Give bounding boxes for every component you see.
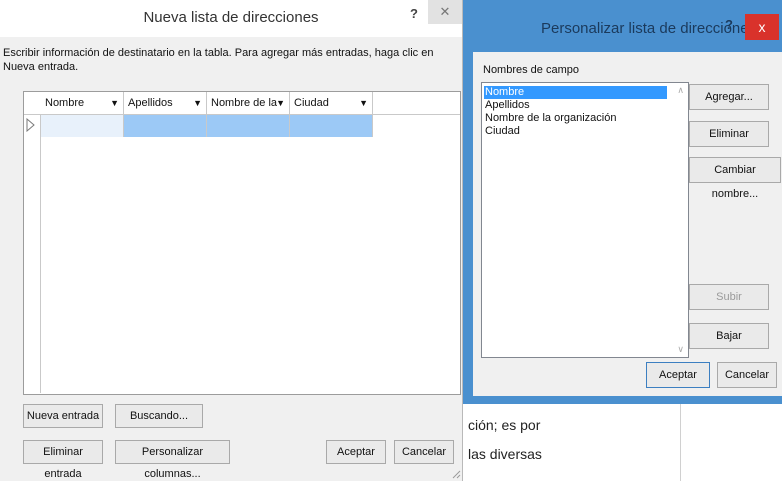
- document-text-line: ción; es por: [468, 417, 541, 433]
- dialog-title: Personalizar lista de direcciones: [541, 20, 757, 37]
- title-bar: Nueva lista de direcciones ? ✕: [0, 0, 462, 37]
- table-cell[interactable]: [124, 115, 207, 137]
- customize-columns-button[interactable]: Personalizar columnas...: [115, 440, 230, 480]
- column-header-apellidos[interactable]: Apellidos ▼: [124, 92, 207, 114]
- scroll-down-icon[interactable]: ∨: [677, 344, 684, 355]
- dropdown-arrow-icon[interactable]: ▼: [276, 92, 285, 114]
- rename-button[interactable]: Cambiar nombre...: [689, 157, 781, 200]
- dropdown-arrow-icon[interactable]: ▼: [359, 92, 368, 114]
- column-header-organization[interactable]: Nombre de la ... ▼: [207, 92, 290, 131]
- field-names-label: Nombres de campo: [483, 64, 579, 76]
- help-button[interactable]: ?: [410, 6, 418, 21]
- column-label: Apellidos: [128, 97, 173, 109]
- cancel-button[interactable]: Cancelar: [717, 362, 777, 388]
- row-selector-column: [24, 92, 41, 393]
- resize-grip-icon[interactable]: [452, 470, 461, 479]
- dropdown-arrow-icon[interactable]: ▼: [193, 92, 202, 114]
- ok-button[interactable]: Aceptar: [646, 362, 710, 388]
- search-button[interactable]: Buscando...: [115, 404, 203, 428]
- add-button[interactable]: Agregar...: [689, 84, 769, 110]
- close-button[interactable]: ✕: [428, 0, 462, 24]
- instructions-text: Escribir información de destinatario en …: [3, 47, 434, 73]
- new-address-list-dialog: Nueva lista de direcciones ? ✕ Escribir …: [0, 0, 463, 481]
- move-down-button[interactable]: Bajar: [689, 323, 769, 349]
- dropdown-arrow-icon[interactable]: ▼: [110, 92, 119, 114]
- list-item[interactable]: Apellidos: [484, 99, 530, 112]
- ok-button[interactable]: Aceptar: [326, 440, 386, 464]
- column-label: Nombre: [45, 97, 85, 109]
- list-item[interactable]: Nombre: [484, 86, 667, 99]
- address-table[interactable]: Nombre ▼ Apellidos ▼ Nombre de la ... ▼ …: [23, 91, 461, 395]
- delete-entry-button[interactable]: Eliminar entrada: [23, 440, 103, 480]
- dialog-body: Nombres de campo Nombre Apellidos Nombre…: [473, 52, 782, 396]
- title-bar: Personalizar lista de direcciones ? x: [463, 0, 782, 50]
- document-text-line: las diversas: [468, 446, 542, 462]
- list-item[interactable]: Nombre de la organización: [484, 112, 616, 125]
- current-row-icon: [26, 118, 35, 132]
- column-label: Ciudad: [294, 97, 329, 109]
- document-margin-line: [680, 404, 681, 481]
- dialog-title: Nueva lista de direcciones: [143, 9, 319, 26]
- table-header: Nombre ▼ Apellidos ▼ Nombre de la ... ▼ …: [24, 92, 460, 131]
- table-cell[interactable]: [41, 115, 124, 137]
- cancel-button[interactable]: Cancelar: [394, 440, 454, 464]
- move-up-button[interactable]: Subir: [689, 284, 769, 310]
- delete-button[interactable]: Eliminar: [689, 121, 769, 147]
- table-cell[interactable]: [207, 115, 290, 137]
- scroll-up-icon[interactable]: ∧: [677, 85, 684, 96]
- column-header-nombre[interactable]: Nombre ▼: [41, 92, 124, 114]
- column-header-ciudad[interactable]: Ciudad ▼: [290, 92, 373, 114]
- close-button[interactable]: x: [745, 14, 779, 40]
- table-cell[interactable]: [290, 115, 373, 137]
- field-names-list[interactable]: Nombre Apellidos Nombre de la organizaci…: [481, 82, 689, 358]
- customize-address-list-dialog: Personalizar lista de direcciones ? x No…: [463, 0, 782, 404]
- new-entry-button[interactable]: Nueva entrada: [23, 404, 103, 428]
- list-item[interactable]: Ciudad: [484, 125, 520, 138]
- help-button[interactable]: ?: [725, 17, 733, 32]
